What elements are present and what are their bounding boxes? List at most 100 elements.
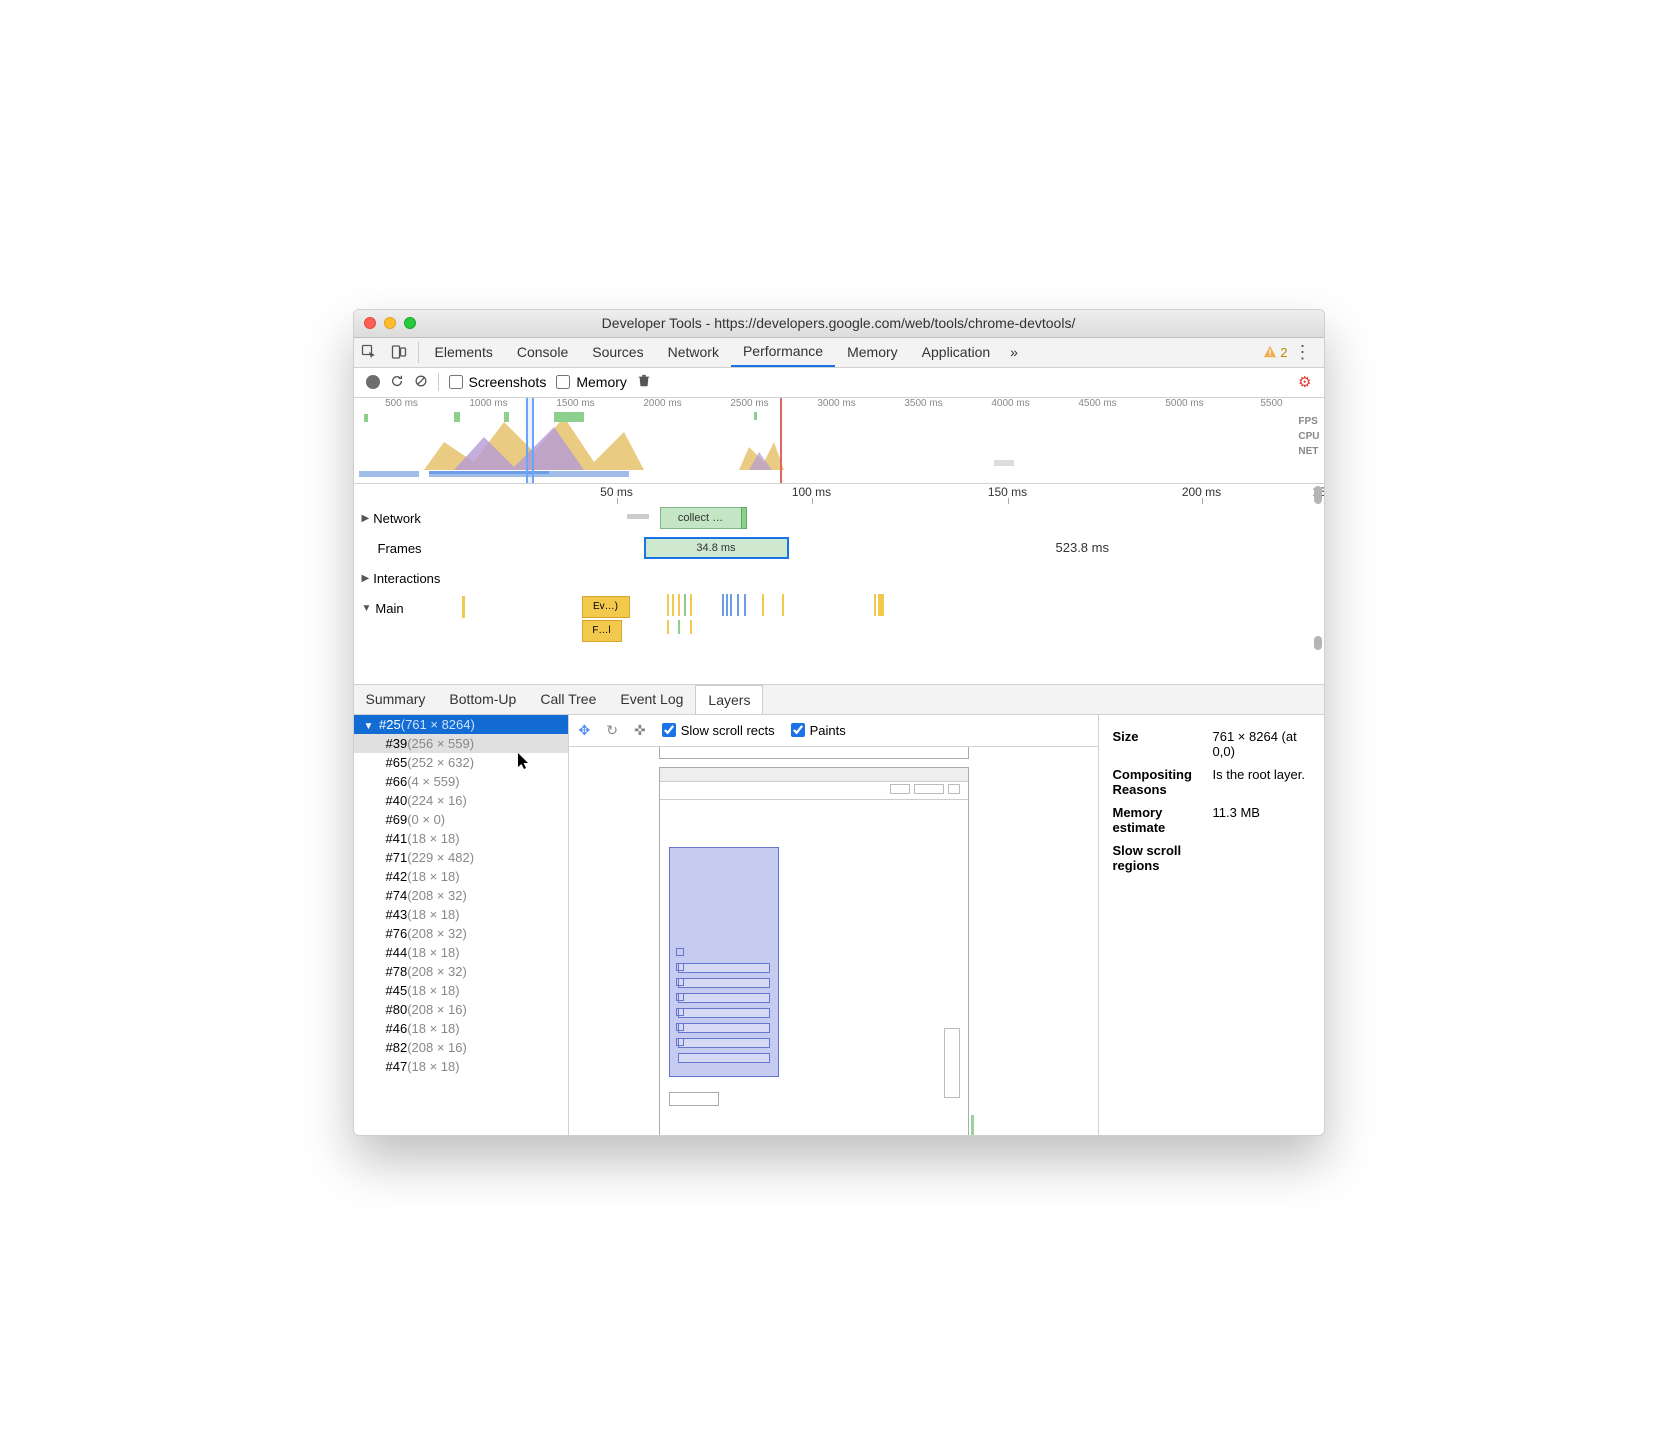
clear-icon[interactable] bbox=[414, 374, 428, 391]
selected-layer-overlay bbox=[669, 847, 779, 1077]
prop-memory-label: Memory estimate bbox=[1111, 801, 1211, 839]
memory-checkbox[interactable]: Memory bbox=[556, 374, 627, 390]
main-scrollbar[interactable] bbox=[1314, 636, 1322, 650]
paints-checkbox[interactable]: Paints bbox=[791, 723, 846, 738]
btab-bottom-up[interactable]: Bottom-Up bbox=[437, 685, 528, 714]
layer-item[interactable]: #66(4 × 559) bbox=[354, 772, 568, 791]
prop-compositing-value: Is the root layer. bbox=[1211, 763, 1312, 801]
flame-ruler: 50 ms 100 ms 150 ms 200 ms 25 bbox=[462, 484, 1324, 504]
details-tabstrip: Summary Bottom-Up Call Tree Event Log La… bbox=[354, 685, 1324, 715]
pan-tool-icon[interactable]: ✥ bbox=[579, 722, 591, 739]
rotate-tool-icon[interactable]: ↻ bbox=[606, 722, 618, 739]
layers-panel: ▼ #25(761 × 8264)#39(256 × 559)#65(252 ×… bbox=[354, 715, 1324, 1135]
tab-memory[interactable]: Memory bbox=[835, 338, 910, 367]
overview-selection[interactable] bbox=[526, 398, 534, 483]
layer-item[interactable]: #46(18 × 18) bbox=[354, 1019, 568, 1038]
prop-slowscroll-label: Slow scroll regions bbox=[1111, 839, 1211, 877]
prop-compositing-label: Compositing Reasons bbox=[1111, 763, 1211, 801]
tab-console[interactable]: Console bbox=[505, 338, 580, 367]
layer-item[interactable]: #71(229 × 482) bbox=[354, 848, 568, 867]
track-interactions[interactable]: ▶Interactions bbox=[354, 564, 462, 594]
main-function[interactable]: F…l bbox=[582, 620, 622, 642]
prop-size-label: Size bbox=[1111, 725, 1211, 763]
layers-viewport: ✥ ↻ ✜ Slow scroll rects Paints bbox=[569, 715, 1099, 1135]
layer-item[interactable]: #41(18 × 18) bbox=[354, 829, 568, 848]
btab-call-tree[interactable]: Call Tree bbox=[528, 685, 608, 714]
prop-size-value: 761 × 8264 (at 0,0) bbox=[1211, 725, 1312, 763]
main-track: Ev…) F…l bbox=[462, 594, 1324, 654]
layers-tree[interactable]: ▼ #25(761 × 8264)#39(256 × 559)#65(252 ×… bbox=[354, 715, 569, 1135]
interactions-track bbox=[462, 564, 1324, 594]
reset-view-icon[interactable]: ✜ bbox=[634, 722, 646, 739]
network-request-box[interactable]: collect … bbox=[660, 507, 742, 529]
flamechart-area: ▶Network Frames ▶Interactions ▼Main 50 m… bbox=[354, 484, 1324, 685]
net-bars bbox=[354, 471, 1294, 479]
maximize-button[interactable] bbox=[404, 317, 416, 329]
layer-item[interactable]: #40(224 × 16) bbox=[354, 791, 568, 810]
layer-item[interactable]: #69(0 × 0) bbox=[354, 810, 568, 829]
layer-item[interactable]: #39(256 × 559) bbox=[354, 734, 568, 753]
tab-sources[interactable]: Sources bbox=[580, 338, 655, 367]
reload-icon[interactable] bbox=[390, 374, 404, 391]
layer-item[interactable]: #44(18 × 18) bbox=[354, 943, 568, 962]
layer-item[interactable]: ▼ #25(761 × 8264) bbox=[354, 715, 568, 734]
tab-performance[interactable]: Performance bbox=[731, 338, 835, 367]
flame-track-labels: ▶Network Frames ▶Interactions ▼Main bbox=[354, 484, 462, 684]
tabs-overflow[interactable]: » bbox=[1002, 338, 1026, 367]
layer-item[interactable]: #80(208 × 16) bbox=[354, 1000, 568, 1019]
cpu-chart bbox=[354, 412, 1294, 470]
overview-track-labels: FPS CPU NET bbox=[1298, 416, 1319, 457]
tab-application[interactable]: Application bbox=[910, 338, 1003, 367]
layer-item[interactable]: #47(18 × 18) bbox=[354, 1057, 568, 1076]
screenshots-checkbox[interactable]: Screenshots bbox=[449, 374, 547, 390]
layer-item[interactable]: #45(18 × 18) bbox=[354, 981, 568, 1000]
layer-item[interactable]: #42(18 × 18) bbox=[354, 867, 568, 886]
record-button[interactable] bbox=[366, 375, 380, 389]
layer-item[interactable]: #82(208 × 16) bbox=[354, 1038, 568, 1057]
close-button[interactable] bbox=[364, 317, 376, 329]
tab-elements[interactable]: Elements bbox=[423, 338, 505, 367]
performance-toolbar: Screenshots Memory ⚙ bbox=[354, 368, 1324, 398]
minimize-button[interactable] bbox=[384, 317, 396, 329]
btab-summary[interactable]: Summary bbox=[354, 685, 438, 714]
track-main[interactable]: ▼Main bbox=[354, 594, 462, 624]
flame-scrollbar[interactable] bbox=[1314, 486, 1322, 504]
trash-icon[interactable] bbox=[637, 374, 651, 391]
divider bbox=[418, 342, 419, 363]
inspect-element-icon[interactable] bbox=[354, 338, 384, 367]
flame-canvas[interactable]: 50 ms 100 ms 150 ms 200 ms 25 collect … … bbox=[462, 484, 1324, 684]
warnings-badge[interactable]: 2 bbox=[1263, 345, 1287, 360]
traffic-lights bbox=[354, 317, 416, 329]
overview-ruler: 500 ms 1000 ms 1500 ms 2000 ms 2500 ms 3… bbox=[354, 398, 1324, 412]
layer-item[interactable]: #43(18 × 18) bbox=[354, 905, 568, 924]
capture-settings-icon[interactable]: ⚙ bbox=[1298, 373, 1311, 391]
track-frames[interactable]: Frames bbox=[354, 534, 462, 564]
layers-canvas[interactable] bbox=[569, 747, 1098, 1135]
frames-track: 34.8 ms 523.8 ms bbox=[462, 534, 1324, 564]
frame-next-label: 523.8 ms bbox=[1056, 540, 1109, 555]
frame-selected[interactable]: 34.8 ms bbox=[644, 537, 789, 559]
tab-network[interactable]: Network bbox=[656, 338, 731, 367]
btab-layers[interactable]: Layers bbox=[695, 685, 763, 714]
layer-item[interactable]: #65(252 × 632) bbox=[354, 753, 568, 772]
device-toolbar-icon[interactable] bbox=[384, 338, 414, 367]
layers-toolbar: ✥ ↻ ✜ Slow scroll rects Paints bbox=[569, 715, 1098, 747]
overview-timeline[interactable]: 500 ms 1000 ms 1500 ms 2000 ms 2500 ms 3… bbox=[354, 398, 1324, 484]
devtools-window: Developer Tools - https://developers.goo… bbox=[353, 309, 1325, 1136]
titlebar: Developer Tools - https://developers.goo… bbox=[354, 310, 1324, 338]
layer-item[interactable]: #76(208 × 32) bbox=[354, 924, 568, 943]
kebab-menu-icon[interactable]: ⋮ bbox=[1294, 342, 1312, 363]
slow-scroll-rects-checkbox[interactable]: Slow scroll rects bbox=[662, 723, 775, 738]
layer-item[interactable]: #78(208 × 32) bbox=[354, 962, 568, 981]
layer-item[interactable]: #74(208 × 32) bbox=[354, 886, 568, 905]
window-title: Developer Tools - https://developers.goo… bbox=[354, 315, 1324, 331]
btab-event-log[interactable]: Event Log bbox=[608, 685, 695, 714]
warnings-count: 2 bbox=[1280, 345, 1287, 360]
track-network[interactable]: ▶Network bbox=[354, 504, 462, 534]
main-event[interactable]: Ev…) bbox=[582, 596, 630, 618]
green-marker bbox=[971, 1115, 974, 1135]
current-time-marker bbox=[780, 398, 782, 483]
prop-slowscroll-value bbox=[1211, 839, 1312, 877]
layer-properties: Size 761 × 8264 (at 0,0) Compositing Rea… bbox=[1099, 715, 1324, 1135]
devtools-tabstrip: Elements Console Sources Network Perform… bbox=[354, 338, 1324, 368]
